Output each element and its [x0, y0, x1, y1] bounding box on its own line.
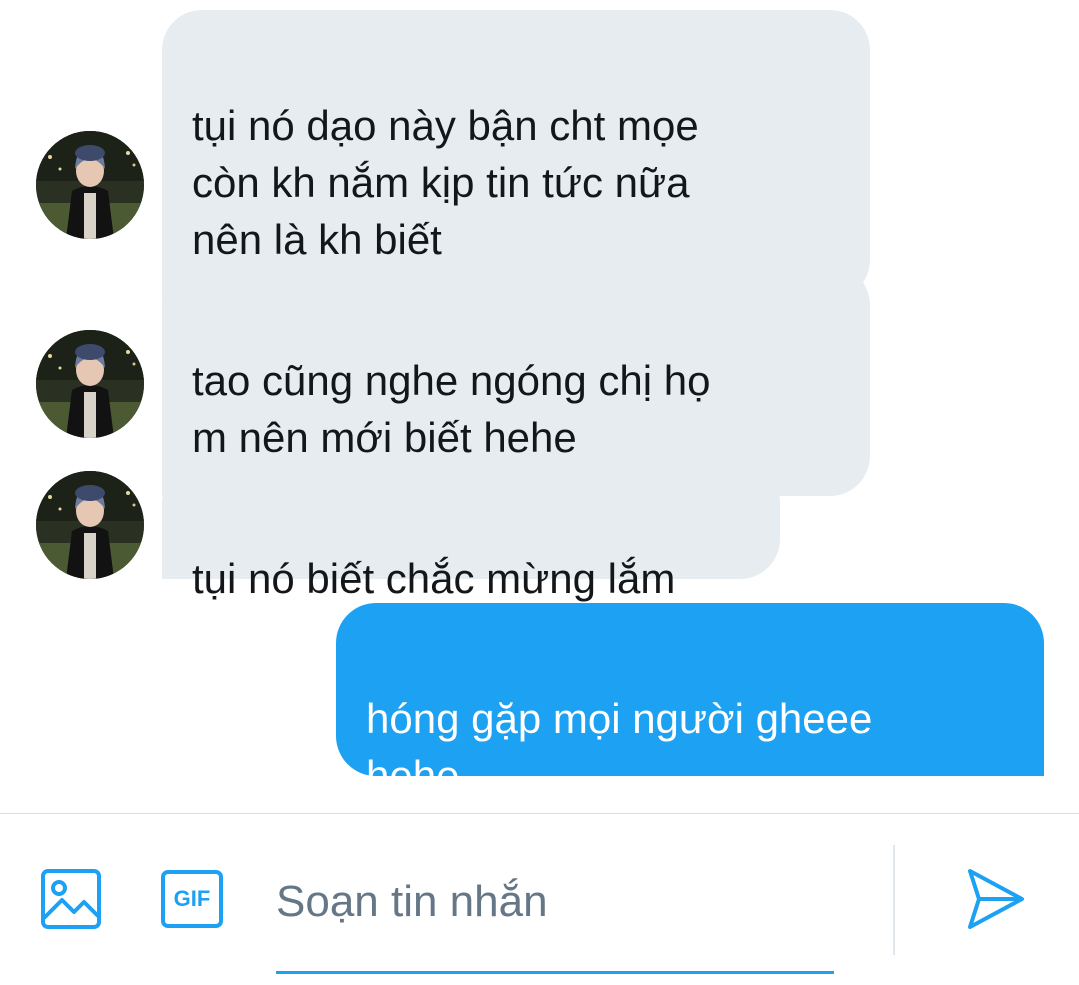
send-button[interactable]	[964, 867, 1026, 931]
incoming-message-bubble[interactable]: tụi nó dạo này bận cht mọe còn kh nắm kị…	[162, 10, 870, 300]
send-icon	[968, 869, 1024, 929]
composer-vertical-divider	[893, 845, 895, 955]
message-text: tao cũng nghe ngóng chị họ m nên mới biế…	[192, 357, 711, 461]
outgoing-message-bubble[interactable]: hóng gặp mọi người gheee hehe	[336, 603, 1044, 799]
message-input[interactable]	[276, 862, 834, 942]
sender-avatar[interactable]	[36, 330, 144, 438]
message-input-wrapper[interactable]	[276, 862, 834, 974]
composer-divider	[0, 813, 1079, 814]
dm-conversation-screen: tụi nó dạo này bận cht mọe còn kh nắm kị…	[0, 0, 1079, 985]
incoming-message-bubble[interactable]: tao cũng nghe ngóng chị họ m nên mới biế…	[162, 265, 870, 496]
sender-avatar[interactable]	[36, 471, 144, 579]
message-text: tụi nó dạo này bận cht mọe còn kh nắm kị…	[192, 102, 699, 263]
add-gif-button[interactable]: GIF	[160, 869, 224, 929]
message-text: hóng gặp mọi người gheee hehe	[366, 695, 873, 799]
gif-label: GIF	[173, 886, 211, 911]
incoming-message-bubble[interactable]: tụi nó biết chắc mừng lắm	[162, 463, 780, 602]
image-icon	[41, 869, 101, 929]
add-image-button[interactable]	[40, 868, 102, 930]
message-text: tụi nó biết chắc mừng lắm	[192, 555, 676, 602]
sender-avatar[interactable]	[36, 131, 144, 239]
